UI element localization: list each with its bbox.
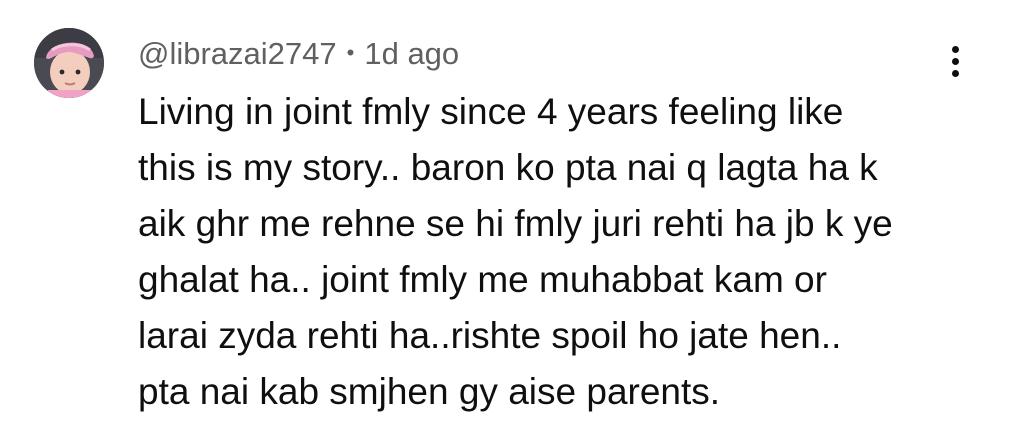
comment-timestamp[interactable]: 1d ago — [364, 36, 459, 71]
avatar[interactable] — [34, 28, 104, 98]
comment-text-line: larai zyda rehti ha..rishte spoil ho jat… — [138, 315, 842, 356]
author-handle[interactable]: @librazai2747 — [138, 36, 337, 71]
avatar-image — [34, 28, 104, 98]
comment-text-line: aik ghr me rehne se hi fmly juri rehti h… — [138, 203, 893, 244]
comment-text-line: ghalat ha.. joint fmly me muhabbat kam o… — [138, 259, 827, 300]
comment-text-line: Living in joint fmly since 4 years feeli… — [138, 91, 844, 132]
comment-text-line: pta nai kab smjhen gy aise parents. — [138, 371, 721, 412]
meta-separator: • — [346, 40, 355, 65]
comment-header: @librazai2747 • 1d ago — [138, 34, 459, 77]
comment-text: Living in joint fmly since 4 years feeli… — [138, 84, 958, 420]
more-options-button[interactable] — [935, 38, 975, 86]
comment-card: @librazai2747 • 1d ago Living in joint fml… — [0, 0, 1024, 438]
comment-text-line: this is my story.. baron ko pta nai q la… — [138, 147, 878, 188]
